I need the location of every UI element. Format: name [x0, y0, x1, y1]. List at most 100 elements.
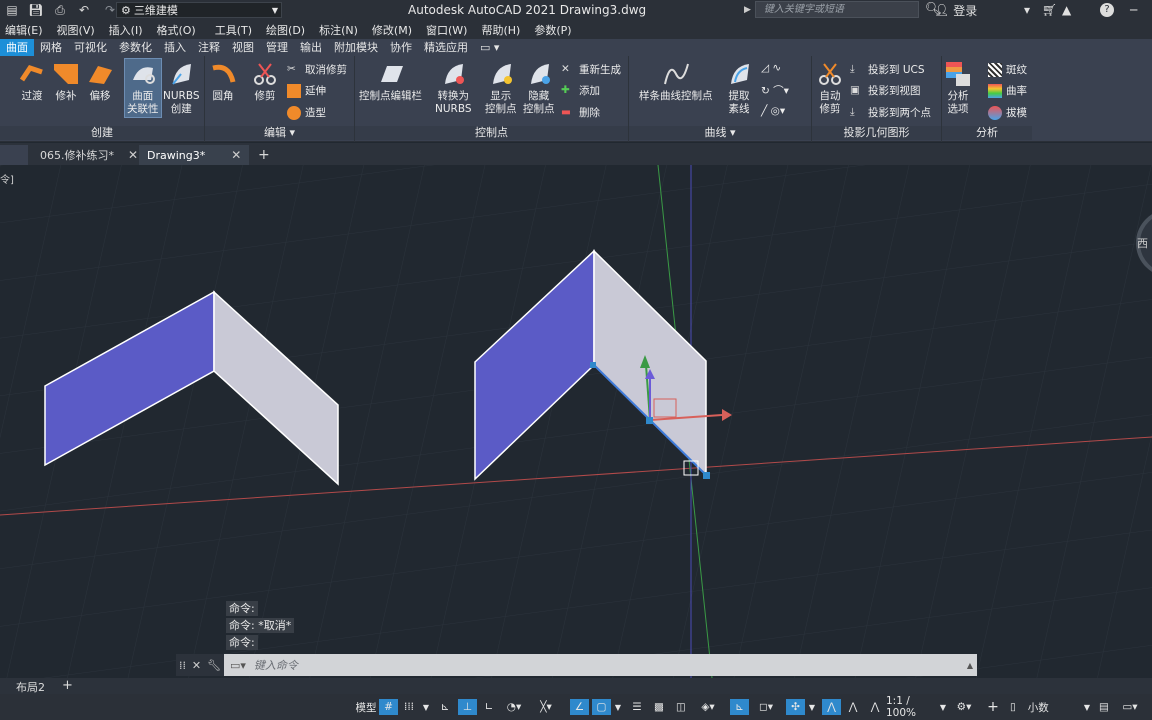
quick-properties-icon[interactable]: ▤	[1096, 699, 1112, 715]
show-cv-button[interactable]: 显示 控制点	[485, 60, 517, 116]
analysis-options-button[interactable]: 分析 选项	[944, 60, 972, 116]
infer-constraints-icon[interactable]: ⊾	[436, 699, 454, 715]
draft-button[interactable]: 拔模	[988, 105, 1027, 120]
tab-featured-apps[interactable]: 精选应用	[418, 39, 474, 56]
convert-to-nurbs-button[interactable]: 转换为 NURBS	[435, 60, 472, 116]
cart-icon[interactable]: 🛒︎	[1042, 1, 1057, 19]
grip-point[interactable]	[703, 472, 710, 479]
undo-icon[interactable]: ↶	[76, 3, 92, 17]
menu-tools[interactable]: 工具(T)	[215, 22, 252, 38]
auto-scale-icon[interactable]: ⋀	[844, 699, 862, 715]
curve-tool-2-icon[interactable]: ↻ ⌒▾	[761, 83, 789, 98]
drag-handle-icon[interactable]: ⁞⁞	[179, 659, 186, 672]
close-icon[interactable]: ✕	[192, 659, 201, 672]
save-icon[interactable]: 💾︎	[28, 3, 44, 17]
drawing-viewport[interactable]: 令] 西	[0, 165, 1152, 678]
viewport-controls-label[interactable]: 令]	[0, 171, 14, 186]
annotation-visibility-icon[interactable]: ⋀	[822, 699, 841, 715]
menu-insert[interactable]: 插入(I)	[109, 22, 143, 38]
curve-tool-1-icon[interactable]: ◿ ∿	[761, 62, 781, 74]
gear-icon[interactable]: ⚙▾	[950, 699, 978, 715]
cv-edit-bar-button[interactable]: 控制点编辑栏	[359, 60, 422, 103]
transparency-icon[interactable]: ▩	[650, 699, 668, 715]
minimize-icon[interactable]: ─	[1130, 1, 1137, 19]
open-icon[interactable]: ▤	[4, 3, 20, 17]
panel-curves-label[interactable]: 曲线 ▾	[629, 126, 811, 140]
menu-modify[interactable]: 修改(M)	[372, 22, 412, 38]
print-icon[interactable]: ⎙	[52, 3, 68, 17]
object-snap-tracking-icon[interactable]: ∠	[570, 699, 589, 715]
offset-button[interactable]: 偏移	[86, 60, 114, 103]
layout-tab-2[interactable]: 布局2	[16, 679, 45, 695]
sculpt-button[interactable]: 造型	[287, 105, 326, 120]
menu-parametric[interactable]: 参数(P)	[534, 22, 571, 38]
rebuild-button[interactable]: ✕ 重新生成	[561, 62, 621, 77]
tab-view[interactable]: 视图	[226, 39, 260, 56]
project-to-view-button[interactable]: ▣ 投影到视图	[850, 83, 921, 98]
close-icon[interactable]: ✕	[231, 148, 241, 162]
selection-filter-icon[interactable]: ◻▾	[752, 699, 780, 715]
add-icon[interactable]: +	[984, 699, 1002, 715]
tab-addins[interactable]: 附加模块	[328, 39, 384, 56]
menu-window[interactable]: 窗口(W)	[426, 22, 467, 38]
chevron-down-icon[interactable]: ▼	[612, 699, 624, 715]
wrench-icon[interactable]: 🔧︎	[207, 659, 221, 672]
chevron-down-icon[interactable]: ▼	[420, 699, 432, 715]
project-to-ucs-button[interactable]: ⤓ 投影到 UCS	[850, 62, 925, 77]
annotation-scale-icon[interactable]: ⋀	[866, 699, 884, 715]
remove-cv-button[interactable]: ▬ 删除	[561, 105, 600, 120]
lineweight-icon[interactable]: ☰	[628, 699, 646, 715]
add-layout-button[interactable]: +	[62, 678, 73, 693]
project-two-points-button[interactable]: ⤓ 投影到两个点	[850, 105, 931, 120]
isometric-drafting-icon[interactable]: ╳▾	[532, 699, 560, 715]
help-icon[interactable]: ?	[1100, 1, 1114, 19]
clean-screen-icon[interactable]: ▭▾	[1116, 699, 1144, 715]
workspace-dropdown[interactable]: ⚙ 三维建模 ▼	[116, 2, 282, 18]
grip-point[interactable]	[590, 362, 596, 368]
spline-cv-button[interactable]: 样条曲线控制点	[639, 60, 713, 103]
chevron-up-icon[interactable]: ▲	[967, 661, 973, 670]
doc-tab-065[interactable]: 065.修补练习* ✕	[32, 145, 146, 165]
search-input[interactable]: 键入关键字或短语	[754, 1, 919, 18]
tab-manage[interactable]: 管理	[260, 39, 294, 56]
dynamic-ucs-icon[interactable]: ⊾	[730, 699, 749, 715]
ribbon-toggle-icon[interactable]: ▭ ▾	[474, 39, 505, 56]
curve-tool-3-icon[interactable]: ╱ ◎▾	[761, 105, 785, 117]
chevron-down-icon[interactable]: ▼	[806, 699, 818, 715]
panel-edit-label[interactable]: 编辑 ▾	[205, 126, 354, 140]
grid-toggle-icon[interactable]: #	[379, 699, 398, 715]
tab-parametric[interactable]: 参数化	[113, 39, 158, 56]
surface-associativity-button[interactable]: 曲面 关联性	[124, 58, 162, 118]
curvature-button[interactable]: 曲率	[988, 83, 1027, 98]
extend-button[interactable]: 延伸	[287, 83, 326, 98]
command-history-icon[interactable]: ▭▾	[230, 659, 246, 672]
tab-visualize[interactable]: 可视化	[68, 39, 113, 56]
polar-tracking-icon[interactable]: ◔▾	[500, 699, 528, 715]
add-cv-button[interactable]: ✚ 添加	[561, 83, 600, 98]
menu-draw[interactable]: 绘图(D)	[266, 22, 305, 38]
blend-button[interactable]: 过渡	[18, 60, 46, 103]
menu-format[interactable]: 格式(O)	[156, 22, 195, 38]
ortho-mode-icon[interactable]: ∟	[480, 699, 498, 715]
tab-mesh[interactable]: 网格	[34, 39, 68, 56]
zebra-button[interactable]: 斑纹	[988, 62, 1027, 77]
menu-view[interactable]: 视图(V)	[57, 22, 95, 38]
dynamic-input-icon[interactable]: ⊥	[458, 699, 477, 715]
tab-collaborate[interactable]: 协作	[384, 39, 418, 56]
annotation-scale-dropdown[interactable]: 1:1 / 100% ▼	[886, 695, 946, 719]
tab-insert[interactable]: 插入	[158, 39, 192, 56]
patch-button[interactable]: 修补	[52, 60, 80, 103]
fillet-button[interactable]: 圆角	[209, 60, 237, 103]
menu-dimension[interactable]: 标注(N)	[319, 22, 358, 38]
menu-edit[interactable]: 编辑(E)	[5, 22, 43, 38]
tab-surface[interactable]: 曲面	[0, 39, 34, 56]
command-input[interactable]: ▭▾ 键入命令 ▲	[224, 654, 977, 676]
object-snap-icon[interactable]: ▢	[592, 699, 611, 715]
autodesk-icon[interactable]: ▲	[1062, 1, 1071, 19]
close-icon[interactable]: ✕	[128, 148, 138, 162]
trim-button[interactable]: 修剪	[251, 60, 279, 103]
doc-tab-drawing3[interactable]: Drawing3* ✕	[139, 145, 250, 165]
untrim-button[interactable]: ✂ 取消修剪	[287, 62, 347, 77]
units-dropdown[interactable]: ▯ 小数 ▼	[1010, 699, 1092, 715]
chevron-down-icon[interactable]: ▾	[1024, 1, 1030, 19]
